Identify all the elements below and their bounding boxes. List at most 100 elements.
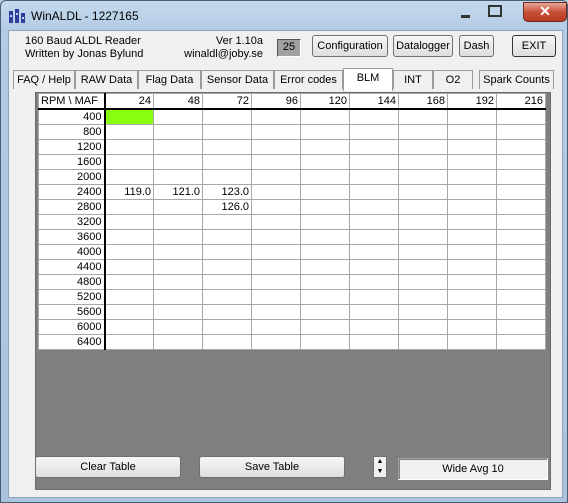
table-cell[interactable] xyxy=(104,229,154,245)
table-cell[interactable] xyxy=(496,259,546,275)
table-cell[interactable] xyxy=(496,289,546,305)
table-cell[interactable] xyxy=(202,334,252,350)
table-cell[interactable] xyxy=(300,259,350,275)
tab-flag-data[interactable]: Flag Data xyxy=(138,70,201,89)
table-cell[interactable] xyxy=(349,184,399,200)
table-cell[interactable] xyxy=(300,154,350,170)
table-cell[interactable] xyxy=(202,154,252,170)
table-cell[interactable] xyxy=(349,229,399,245)
table-cell[interactable] xyxy=(398,334,448,350)
table-cell[interactable] xyxy=(447,319,497,335)
minimize-button[interactable] xyxy=(457,9,475,19)
table-cell[interactable] xyxy=(251,319,301,335)
tab-o2[interactable]: O2 xyxy=(433,70,473,89)
table-cell[interactable] xyxy=(447,199,497,215)
table-cell[interactable] xyxy=(496,244,546,260)
table-cell[interactable] xyxy=(153,244,203,260)
table-cell[interactable] xyxy=(251,259,301,275)
table-cell[interactable] xyxy=(349,169,399,185)
table-cell[interactable] xyxy=(349,289,399,305)
table-cell[interactable] xyxy=(104,124,154,140)
tab-raw-data[interactable]: RAW Data xyxy=(75,70,138,89)
table-cell[interactable] xyxy=(447,108,497,125)
datalogger-button[interactable]: Datalogger xyxy=(393,35,453,57)
table-cell[interactable] xyxy=(447,154,497,170)
table-cell[interactable] xyxy=(202,108,252,125)
table-cell[interactable] xyxy=(496,169,546,185)
table-cell[interactable] xyxy=(202,244,252,260)
tab-sensor-data[interactable]: Sensor Data xyxy=(201,70,274,89)
table-cell[interactable] xyxy=(153,274,203,290)
table-cell[interactable] xyxy=(153,259,203,275)
table-cell[interactable] xyxy=(496,214,546,230)
table-cell[interactable] xyxy=(398,108,448,125)
table-cell[interactable] xyxy=(349,214,399,230)
table-cell[interactable] xyxy=(251,124,301,140)
table-cell[interactable] xyxy=(251,304,301,320)
table-cell[interactable] xyxy=(104,244,154,260)
tab-spark-counts[interactable]: Spark Counts xyxy=(479,70,554,89)
table-cell[interactable] xyxy=(349,319,399,335)
clear-table-button[interactable]: Clear Table xyxy=(35,456,181,478)
table-cell[interactable] xyxy=(104,304,154,320)
table-cell[interactable] xyxy=(398,139,448,155)
table-cell[interactable] xyxy=(202,274,252,290)
table-cell[interactable] xyxy=(447,259,497,275)
table-cell[interactable] xyxy=(398,184,448,200)
table-cell[interactable] xyxy=(447,169,497,185)
table-cell[interactable] xyxy=(496,229,546,245)
table-cell[interactable] xyxy=(496,154,546,170)
save-table-button[interactable]: Save Table xyxy=(199,456,345,478)
table-cell[interactable] xyxy=(251,274,301,290)
table-cell[interactable] xyxy=(300,289,350,305)
table-cell[interactable] xyxy=(349,139,399,155)
table-cell[interactable] xyxy=(153,108,203,125)
table-cell[interactable] xyxy=(300,334,350,350)
table-cell[interactable] xyxy=(398,274,448,290)
table-cell[interactable] xyxy=(398,169,448,185)
table-cell[interactable] xyxy=(153,124,203,140)
dash-button[interactable]: Dash xyxy=(459,35,494,57)
table-cell[interactable] xyxy=(202,214,252,230)
spinner-down-icon[interactable]: ▼ xyxy=(374,467,386,477)
table-cell[interactable] xyxy=(104,139,154,155)
averaging-spinner[interactable]: ▲ ▼ xyxy=(373,456,387,478)
table-cell[interactable] xyxy=(300,304,350,320)
table-cell[interactable] xyxy=(496,108,546,125)
table-cell[interactable] xyxy=(447,274,497,290)
table-cell[interactable] xyxy=(202,304,252,320)
table-cell[interactable] xyxy=(349,154,399,170)
table-cell[interactable] xyxy=(496,304,546,320)
table-cell[interactable] xyxy=(496,124,546,140)
table-cell[interactable] xyxy=(447,139,497,155)
table-cell[interactable] xyxy=(251,184,301,200)
table-cell[interactable] xyxy=(398,124,448,140)
table-cell[interactable] xyxy=(447,214,497,230)
table-cell[interactable] xyxy=(104,169,154,185)
table-cell[interactable]: 119.0 xyxy=(104,184,154,200)
table-cell[interactable] xyxy=(300,139,350,155)
table-cell[interactable] xyxy=(447,124,497,140)
table-cell[interactable] xyxy=(496,184,546,200)
table-cell[interactable] xyxy=(202,169,252,185)
tab-blm[interactable]: BLM xyxy=(343,68,393,91)
table-cell[interactable] xyxy=(104,154,154,170)
table-cell[interactable] xyxy=(300,124,350,140)
table-cell[interactable] xyxy=(496,139,546,155)
table-cell[interactable] xyxy=(251,154,301,170)
table-cell[interactable]: 123.0 xyxy=(202,184,252,200)
table-cell[interactable] xyxy=(104,319,154,335)
maximize-button[interactable] xyxy=(486,5,504,18)
title-bar[interactable]: WinALDL - 1227165 ✕ xyxy=(1,1,567,31)
configuration-button[interactable]: Configuration xyxy=(312,35,388,57)
table-cell[interactable] xyxy=(104,289,154,305)
table-cell[interactable] xyxy=(300,214,350,230)
table-cell[interactable] xyxy=(496,334,546,350)
table-cell[interactable] xyxy=(202,319,252,335)
table-cell[interactable]: 121.0 xyxy=(153,184,203,200)
close-window-button[interactable]: ✕ xyxy=(523,2,567,22)
table-cell[interactable] xyxy=(300,184,350,200)
spinner-up-icon[interactable]: ▲ xyxy=(374,457,386,467)
table-cell[interactable] xyxy=(300,199,350,215)
table-cell[interactable] xyxy=(496,274,546,290)
